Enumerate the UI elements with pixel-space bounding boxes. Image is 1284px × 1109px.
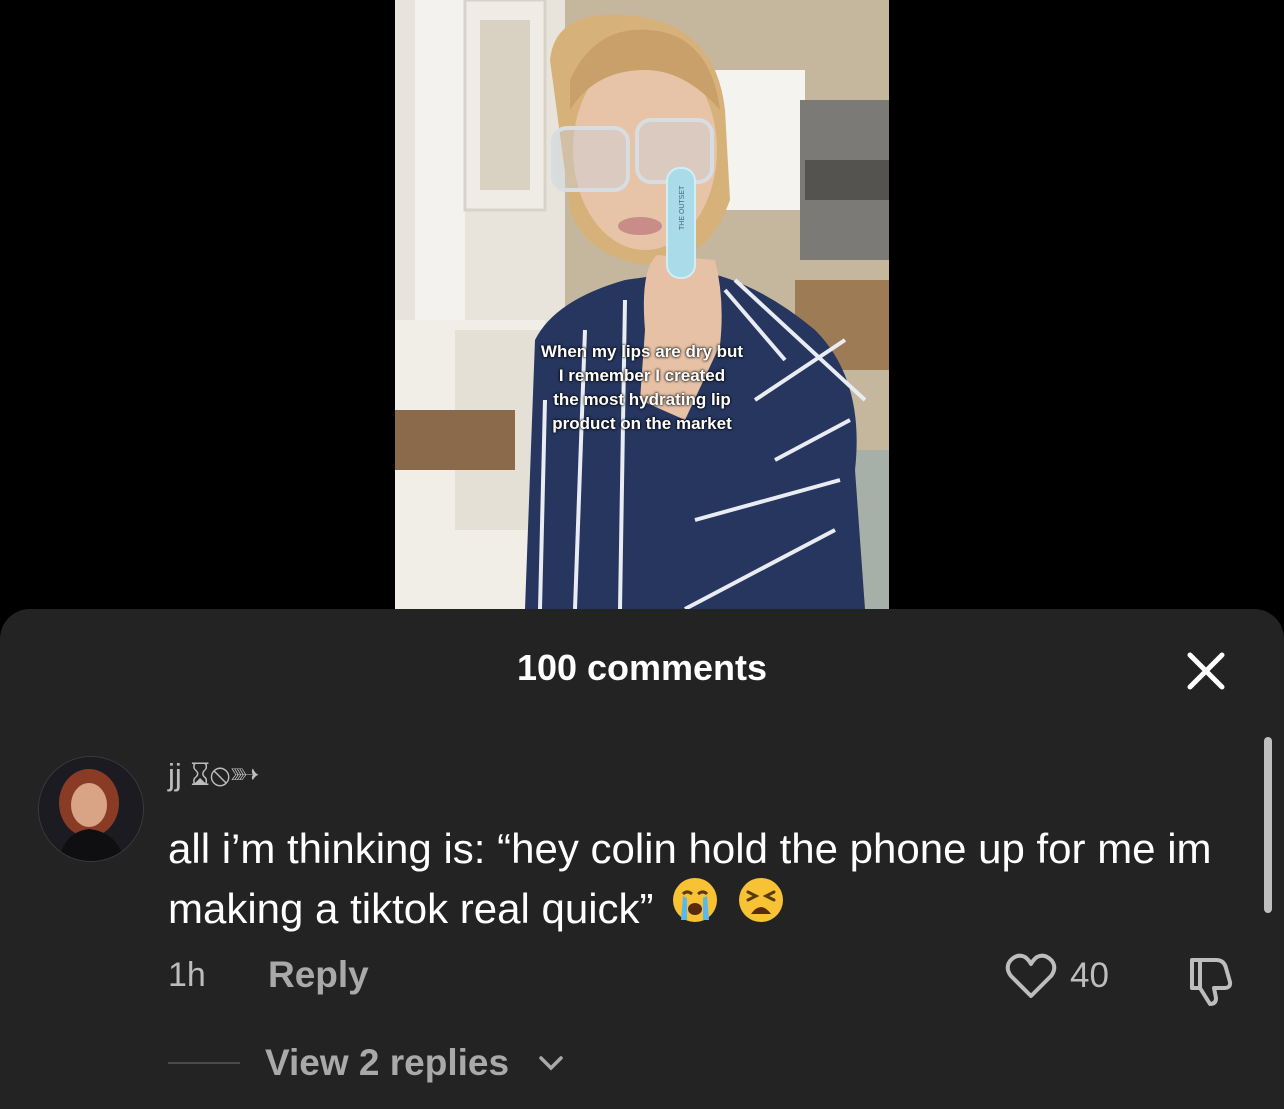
caption-line: product on the market xyxy=(552,414,732,433)
heart-icon xyxy=(1005,953,1057,998)
thumbs-down-icon xyxy=(1190,958,1233,1006)
comment-text: all i’m thinking is: “hey colin hold the… xyxy=(168,819,1248,944)
like-count: 40 xyxy=(1070,956,1109,995)
comments-title: 100 comments xyxy=(516,647,768,688)
video-caption: When my lips are dry but I remember I cr… xyxy=(395,340,889,436)
like-button[interactable] xyxy=(1005,952,1057,1005)
avatar-image xyxy=(39,757,143,861)
view-replies-button[interactable]: View 2 replies xyxy=(265,1042,509,1084)
tired-face-icon xyxy=(737,876,785,940)
avatar[interactable] xyxy=(38,756,144,862)
close-icon xyxy=(1187,652,1225,690)
dislike-button[interactable] xyxy=(1186,952,1238,1013)
reply-button[interactable]: Reply xyxy=(268,954,369,996)
video-frame-image: THE OUTSET xyxy=(395,0,889,609)
caption-line: the most hydrating lip xyxy=(553,390,731,409)
loudly-crying-face-icon xyxy=(671,876,719,940)
comments-scrollbar[interactable] xyxy=(1264,737,1272,913)
close-button[interactable] xyxy=(1180,645,1232,697)
comment-timestamp: 1h xyxy=(168,956,206,994)
caption-line: When my lips are dry but xyxy=(540,342,744,361)
comments-sheet: 100 comments jj ⌛︎⦸➳ all i’m thinking is… xyxy=(0,609,1284,1109)
product-label: THE OUTSET xyxy=(679,185,686,230)
chevron-down-icon[interactable] xyxy=(537,1053,565,1073)
video-player[interactable]: THE OUTSET When my lips are dry but I re… xyxy=(395,0,889,609)
caption-line: I remember I created xyxy=(558,366,726,385)
replies-divider xyxy=(168,1062,240,1064)
comment-username[interactable]: jj ⌛︎⦸➳ xyxy=(168,757,260,794)
